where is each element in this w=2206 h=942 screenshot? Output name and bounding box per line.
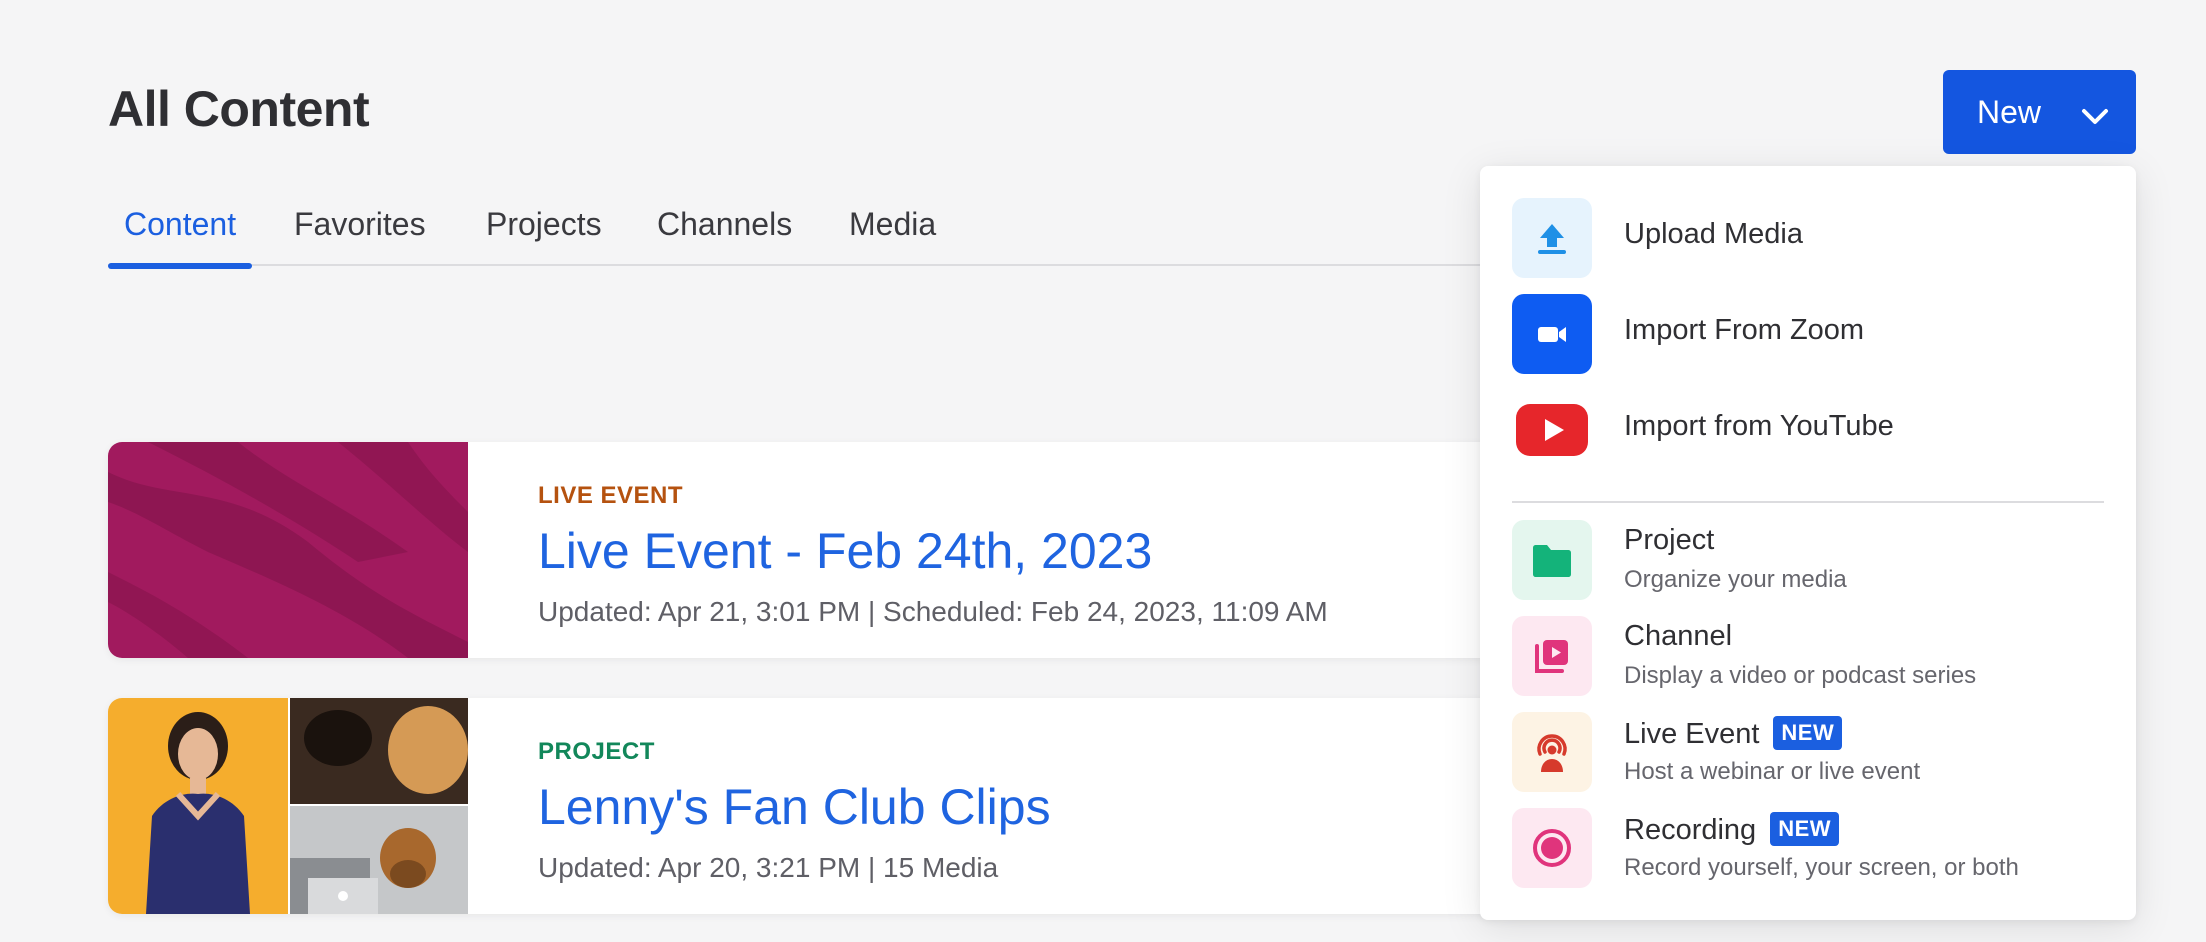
tab-channels[interactable]: Channels <box>641 200 808 266</box>
page-title: All Content <box>108 81 370 137</box>
menu-item-description: Organize your media <box>1624 566 1847 593</box>
card-type-label: PROJECT <box>538 738 655 765</box>
new-button-label: New <box>1977 93 2042 130</box>
menu-item-label: Channel <box>1624 620 1733 652</box>
new-badge: NEW <box>1770 812 1840 846</box>
new-button[interactable]: New <box>1943 70 2136 154</box>
menu-item-label: Project <box>1624 524 1715 556</box>
tab-media[interactable]: Media <box>833 200 952 266</box>
menu-item-import-zoom[interactable]: Import From Zoom <box>1512 294 2104 376</box>
menu-item-project[interactable]: Project Organize your media <box>1512 520 2104 602</box>
menu-item-description: Record yourself, your screen, or both <box>1624 854 2019 881</box>
menu-item-label: Recording NEW <box>1624 812 1840 847</box>
card-meta: Updated: Apr 20, 3:21 PM | 15 Media <box>538 852 999 883</box>
card-meta: Updated: Apr 21, 3:01 PM | Scheduled: Fe… <box>538 596 1328 627</box>
all-content-page: All Content New Content Favorites Projec… <box>0 0 2206 942</box>
menu-item-import-youtube[interactable]: Import from YouTube <box>1512 390 2104 472</box>
tab-projects[interactable]: Projects <box>470 200 618 266</box>
content-card-live-event[interactable]: LIVE EVENT Live Event - Feb 24th, 2023 U… <box>108 442 1608 658</box>
card-title[interactable]: Live Event - Feb 24th, 2023 <box>538 522 1152 580</box>
menu-item-channel[interactable]: Channel Display a video or podcast serie… <box>1512 616 2104 698</box>
menu-item-label-text: Live Event <box>1624 718 1760 750</box>
new-badge: NEW <box>1773 716 1843 750</box>
menu-item-recording[interactable]: Recording NEW Record yourself, your scree… <box>1512 808 2104 890</box>
menu-divider <box>1512 501 2104 503</box>
menu-item-live-event[interactable]: Live Event NEW Host a webinar or live eve… <box>1512 712 2104 794</box>
tab-favorites[interactable]: Favorites <box>278 200 442 266</box>
chevron-down-icon <box>2081 100 2109 137</box>
menu-item-label: Import from YouTube <box>1624 410 1894 442</box>
menu-item-label: Upload Media <box>1624 218 1803 250</box>
folder-icon <box>1512 520 1592 600</box>
channel-icon <box>1512 616 1592 696</box>
menu-item-label: Live Event NEW <box>1624 716 1843 751</box>
menu-item-label-text: Recording <box>1624 814 1757 846</box>
upload-icon <box>1512 198 1592 278</box>
content-card-project[interactable]: PROJECT Lenny's Fan Club Clips Updated: … <box>108 698 1608 914</box>
menu-item-description: Host a webinar or live event <box>1624 758 1921 785</box>
new-dropdown-menu: Upload Media Import From Zoom Import fro… <box>1480 166 2136 920</box>
menu-item-description: Display a video or podcast series <box>1624 662 1977 689</box>
card-type-label: LIVE EVENT <box>538 482 684 509</box>
menu-item-label: Import From Zoom <box>1624 314 1865 346</box>
record-icon <box>1512 808 1592 888</box>
live-event-thumbnail <box>108 442 468 658</box>
zoom-icon <box>1512 294 1592 374</box>
project-thumbnail-collage <box>108 698 468 914</box>
card-title[interactable]: Lenny's Fan Club Clips <box>538 778 1051 836</box>
tab-content[interactable]: Content <box>108 200 253 269</box>
youtube-icon <box>1512 390 1592 470</box>
broadcast-icon <box>1512 712 1592 792</box>
menu-item-upload-media[interactable]: Upload Media <box>1512 198 2104 280</box>
